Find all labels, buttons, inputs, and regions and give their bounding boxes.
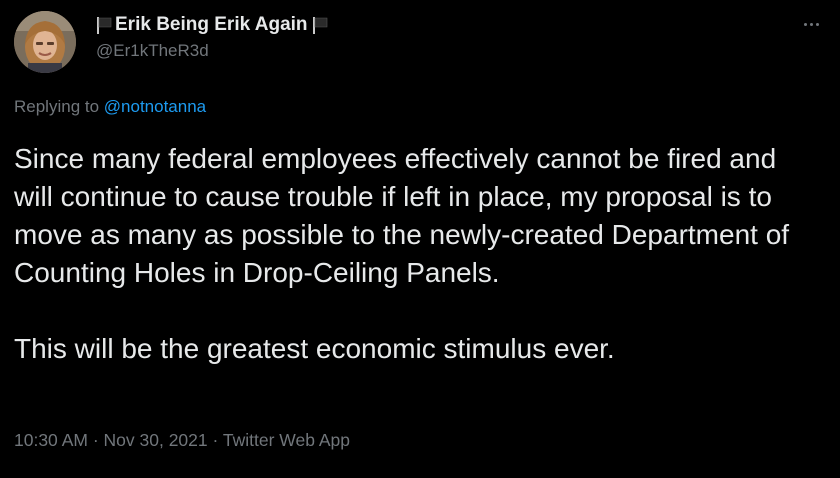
profile-photo-icon — [14, 11, 76, 73]
tweet-text: Since many federal employees effectively… — [14, 140, 814, 368]
replying-to-label: Replying to — [14, 97, 104, 116]
replying-to: Replying to @notnotanna — [14, 97, 206, 117]
more-options-button[interactable] — [796, 12, 826, 36]
tweet-paragraph: Since many federal employees effectively… — [14, 143, 790, 288]
author-name-row[interactable]: Erik Being Erik Again — [96, 12, 328, 38]
tweet-source-link[interactable]: Twitter Web App — [223, 430, 350, 450]
tweet-card: Erik Being Erik Again @Er1kTheR3d Replyi… — [0, 0, 840, 478]
meta-separator: · — [207, 430, 223, 450]
ellipsis-icon — [803, 22, 807, 26]
meta-separator: · — [87, 430, 104, 450]
reply-mention-link[interactable]: @notnotanna — [104, 97, 206, 116]
avatar[interactable] — [14, 11, 76, 73]
ellipsis-icon — [809, 22, 813, 26]
tweet-meta: 10:30 AM · Nov 30, 2021 · Twitter Web Ap… — [14, 430, 350, 451]
tweet-time-link[interactable]: 10:30 AM — [14, 430, 88, 450]
ellipsis-icon — [815, 22, 819, 26]
author-display-name[interactable]: Erik Being Erik Again — [115, 14, 308, 36]
black-flag-icon — [96, 15, 112, 35]
tweet-paragraph: This will be the greatest economic stimu… — [14, 333, 615, 364]
tweet-date-link[interactable]: Nov 30, 2021 — [104, 430, 208, 450]
author-handle[interactable]: @Er1kTheR3d — [96, 41, 209, 61]
black-flag-icon — [312, 15, 328, 35]
